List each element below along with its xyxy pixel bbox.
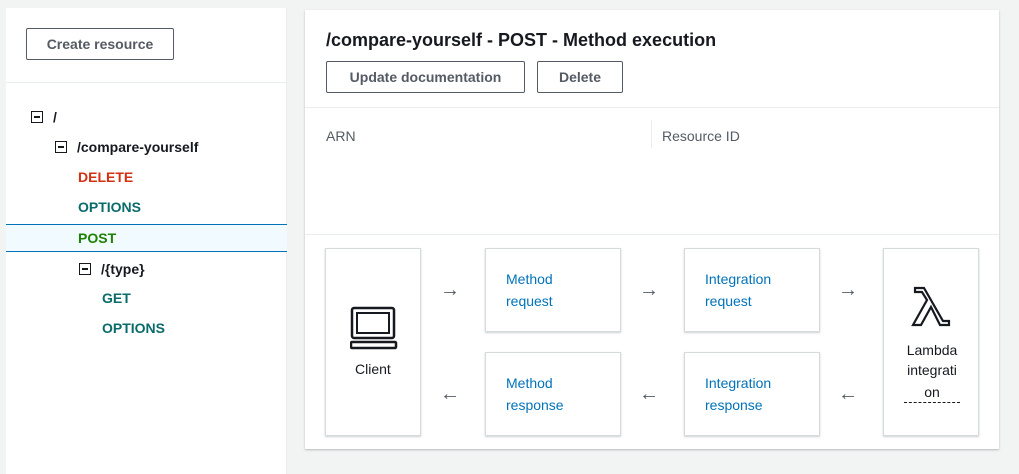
lambda-integration-card[interactable]: Lambda integrati on	[883, 248, 979, 436]
method-label-get: GET	[102, 290, 131, 306]
arrow-left-icon: ←	[639, 383, 659, 405]
method-response-card[interactable]: Method response	[485, 352, 621, 436]
collapse-icon[interactable]	[55, 141, 67, 153]
lambda-label-line2: integrati	[907, 362, 957, 378]
method-label-options: OPTIONS	[102, 320, 166, 336]
tree-item-type[interactable]: /{type}	[6, 256, 287, 282]
laptop-icon	[350, 306, 398, 350]
tree-item-method-delete[interactable]: DELETE	[6, 164, 287, 190]
integration-response-link-line2[interactable]: response	[705, 394, 763, 416]
lambda-label-line3: on	[924, 384, 940, 400]
lambda-icon	[911, 286, 951, 327]
sidebar-toolbar: Create resource	[6, 8, 286, 83]
resource-id-label: Resource ID	[662, 128, 740, 144]
lambda-label-line1: Lambda	[906, 342, 958, 358]
arrow-left-icon: ←	[838, 383, 858, 405]
tree-item-method-options-type[interactable]: OPTIONS	[6, 315, 287, 341]
method-request-link-line1[interactable]: Method	[506, 268, 553, 290]
arrow-left-icon: ←	[440, 383, 460, 405]
collapse-icon[interactable]	[31, 111, 43, 123]
resource-path-label: /	[53, 109, 57, 125]
method-details: ARN Resource ID	[305, 107, 999, 235]
tree-item-method-options[interactable]: OPTIONS	[6, 194, 287, 220]
tree-item-method-get[interactable]: GET	[6, 285, 287, 311]
page-title: /compare-yourself - POST - Method execut…	[326, 30, 717, 50]
column-divider	[651, 120, 652, 148]
method-label-post: POST	[78, 230, 117, 246]
create-resource-button[interactable]: Create resource	[26, 28, 174, 60]
method-response-link-line1[interactable]: Method	[506, 372, 553, 394]
update-documentation-button[interactable]: Update documentation	[326, 61, 525, 93]
delete-button[interactable]: Delete	[537, 61, 623, 93]
integration-request-link-line2[interactable]: request	[705, 290, 752, 312]
method-execution-panel: /compare-yourself - POST - Method execut…	[305, 10, 999, 449]
integration-request-card[interactable]: Integration request	[684, 248, 820, 332]
collapse-icon[interactable]	[79, 263, 91, 275]
resources-sidebar: Create resource / /compare-yourself DELE…	[6, 8, 287, 474]
resource-path-label: /{type}	[101, 261, 145, 277]
resource-path-label: /compare-yourself	[77, 139, 199, 155]
arrow-right-icon: →	[838, 279, 858, 301]
method-request-card[interactable]: Method request	[485, 248, 621, 332]
client-label: Client	[355, 361, 391, 377]
method-request-link-line2[interactable]: request	[506, 290, 553, 312]
integration-response-link-line1[interactable]: Integration	[705, 372, 771, 394]
arrow-right-icon: →	[639, 279, 659, 301]
client-card[interactable]: Client	[325, 248, 421, 436]
arn-label: ARN	[326, 128, 356, 144]
integration-response-card[interactable]: Integration response	[684, 352, 820, 436]
tree-item-compare-yourself[interactable]: /compare-yourself	[6, 134, 287, 160]
arrow-right-icon: →	[440, 279, 460, 301]
method-label-options: OPTIONS	[78, 199, 142, 215]
tree-item-method-post[interactable]: POST	[6, 224, 287, 252]
integration-request-link-line1[interactable]: Integration	[705, 268, 771, 290]
method-response-link-line2[interactable]: response	[506, 394, 564, 416]
dashed-underline	[904, 402, 960, 403]
tree-item-root[interactable]: /	[6, 104, 287, 130]
method-label-delete: DELETE	[78, 169, 134, 185]
